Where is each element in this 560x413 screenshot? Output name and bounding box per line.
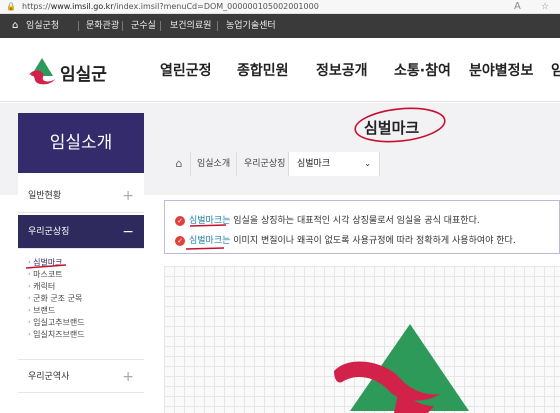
plus-icon: + xyxy=(122,188,134,204)
lock-icon: 🔒 xyxy=(6,2,16,11)
topbar-link-culture-tourism[interactable]: 문화관광 xyxy=(86,14,119,38)
site-logo[interactable]: 임실군 xyxy=(26,55,136,87)
gnb-field-info[interactable]: 분야별정보 xyxy=(469,60,533,80)
favorite-star-icon[interactable]: ☆ xyxy=(541,0,549,14)
sidebar-subitem-cheese-brand[interactable]: · 임실치즈브랜드 xyxy=(28,329,85,340)
top-utility-bar: ⌂ 임실군청 문화관광 군수실 보건의료원 농업기술센터 xyxy=(0,14,560,38)
breadcrumb-page-select[interactable]: 심벌마크 ⌄ xyxy=(288,152,380,176)
minus-icon: − xyxy=(122,224,134,240)
notice-line: ✓ 심벌마크는 임실을 상징하는 대표적인 시각 상징물로서 임실을 공식 대표한… xyxy=(175,213,480,226)
breadcrumb-item-intro[interactable]: 임실소개 xyxy=(197,152,230,176)
sidebar-title: 임실소개 xyxy=(18,113,144,173)
topbar-link-health-center[interactable]: 보건의료원 xyxy=(170,14,211,38)
check-circle-icon: ✓ xyxy=(175,215,185,226)
site-header: 임실군 열린군정 종합민원 정보공개 소통·참여 분야별정보 임 xyxy=(0,38,560,102)
sidebar-subitem-pepper-brand[interactable]: · 임실고추브랜드 xyxy=(28,317,85,328)
read-aloud-icon[interactable]: A xyxy=(514,0,521,14)
gnb-communication[interactable]: 소통·참여 xyxy=(394,60,451,80)
sidebar-subitem-symbol-mark[interactable]: · 심벌마크 xyxy=(28,257,63,268)
gnb-open-government[interactable]: 열린군정 xyxy=(160,60,212,80)
sidebar-item-general-status[interactable]: 일반현황 + xyxy=(18,179,144,213)
sidebar-subitem-mascot[interactable]: · 마스코트 xyxy=(28,269,63,280)
breadcrumb-home-icon[interactable]: ⌂ xyxy=(168,152,190,176)
notice-box: ✓ 심벌마크는 임실을 상징하는 대표적인 시각 상징물로서 임실을 공식 대표한… xyxy=(164,200,560,254)
gnb-cut-off-item[interactable]: 임 xyxy=(551,60,560,80)
gnb-civil-service[interactable]: 종합민원 xyxy=(237,60,289,80)
page-title: 심벌마크 xyxy=(364,119,420,137)
plus-icon: + xyxy=(122,369,134,385)
breadcrumb-item-symbols[interactable]: 우리군상징 xyxy=(244,152,285,176)
topbar-link-agri-center[interactable]: 농업기술센터 xyxy=(226,14,276,38)
emblem-logo-icon xyxy=(27,56,57,86)
symbol-mark-emblem xyxy=(334,324,469,413)
sidebar-subitem-brand[interactable]: · 브랜드 xyxy=(28,305,55,316)
sidebar-item-county-history[interactable]: 우리군역사 + xyxy=(18,359,144,393)
sidebar-menu: 일반현황 + 우리군상징 − · 심벌마크 · 마스코트 · 캐릭터 · 군화 … xyxy=(18,173,144,413)
browser-address-bar[interactable]: 🔒 https://www.imsil.go.kr/index.imsil?me… xyxy=(0,0,560,14)
sidebar-subitem-flower-bird-tree[interactable]: · 군화 군조 군목 xyxy=(28,293,82,304)
home-icon[interactable]: ⌂ xyxy=(12,14,18,38)
gnb-info-disclosure[interactable]: 정보공개 xyxy=(316,60,368,80)
chevron-down-icon: ⌄ xyxy=(364,159,371,168)
notice-line: ✓ 심벌마크는 이미지 변질이나 왜곡이 없도록 사용규정에 따라 정확하게 사용… xyxy=(175,233,516,246)
topbar-link-county-office[interactable]: 임실군청 xyxy=(26,14,59,38)
sidebar-subitem-character[interactable]: · 캐릭터 xyxy=(28,281,55,292)
symbol-mark-grid xyxy=(164,266,560,413)
check-circle-icon: ✓ xyxy=(175,235,185,246)
url-text[interactable]: https://www.imsil.go.kr/index.imsil?menu… xyxy=(22,0,319,14)
sidebar-item-county-symbols[interactable]: 우리군상징 − xyxy=(18,215,144,249)
topbar-link-mayor-office[interactable]: 군수실 xyxy=(131,14,156,38)
